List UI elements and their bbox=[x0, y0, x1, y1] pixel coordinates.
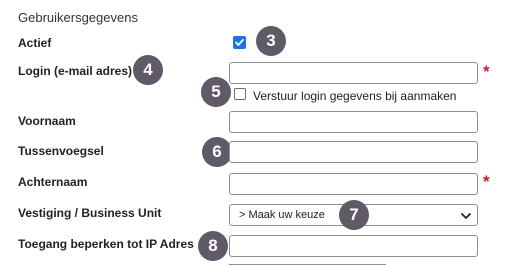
checkmark-icon bbox=[235, 38, 244, 46]
login-email-input[interactable] bbox=[229, 62, 478, 84]
voornaam-input[interactable] bbox=[229, 111, 478, 133]
chevron-down-icon bbox=[461, 213, 471, 219]
vestiging-label: Vestiging / Business Unit bbox=[18, 206, 162, 220]
annotation-badge-5: 5 bbox=[201, 77, 231, 107]
achternaam-label: Achternaam bbox=[18, 175, 88, 189]
ip-restriction-label: Toegang beperken tot IP Adres bbox=[18, 237, 194, 251]
send-login-label: Verstuur login gegevens bij aanmaken bbox=[253, 89, 457, 103]
section-title: Gebruikersgegevens bbox=[18, 10, 138, 25]
achternaam-input[interactable] bbox=[229, 173, 478, 195]
annotation-badge-3: 3 bbox=[256, 26, 286, 56]
actief-label: Actief bbox=[18, 36, 52, 50]
annotation-badge-4: 4 bbox=[133, 55, 163, 85]
send-login-checkbox[interactable] bbox=[234, 88, 246, 100]
vestiging-selected-value: > Maak uw keuze bbox=[239, 209, 325, 221]
login-label: Login (e-mail adres) bbox=[18, 64, 133, 78]
ip-address-input[interactable] bbox=[229, 235, 478, 257]
annotation-badge-6: 6 bbox=[202, 137, 232, 167]
annotation-badge-7: 7 bbox=[339, 200, 369, 230]
tussenvoegsel-input[interactable] bbox=[229, 141, 478, 163]
annotation-badge-8: 8 bbox=[198, 231, 228, 261]
tussenvoegsel-label: Tussenvoegsel bbox=[18, 144, 104, 158]
login-required-mark: * bbox=[483, 62, 490, 81]
actief-checkbox[interactable] bbox=[233, 36, 246, 49]
voornaam-label: Voornaam bbox=[18, 114, 76, 128]
achternaam-required-mark: * bbox=[483, 172, 490, 191]
